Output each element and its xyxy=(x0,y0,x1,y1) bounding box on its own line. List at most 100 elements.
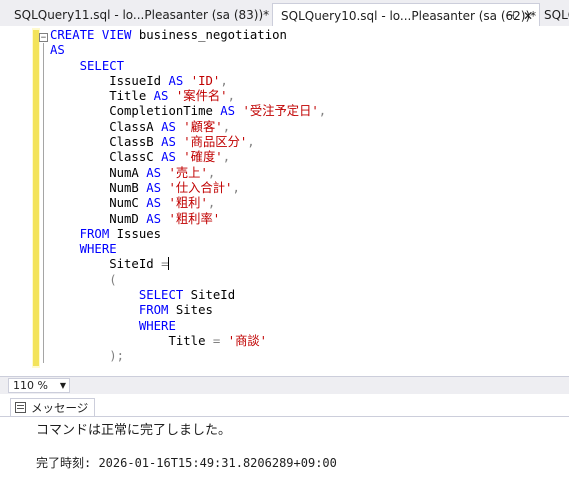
sql-string: '粗利率' xyxy=(168,211,221,226)
completion-time: 完了時刻: 2026-01-16T15:49:31.8206289+09:00 xyxy=(36,456,337,470)
document-tab-strip: SQLQuery11.sql - lo...Pleasanter (sa (83… xyxy=(0,0,569,27)
sql-string: '確度' xyxy=(183,150,223,165)
text-cursor xyxy=(168,257,170,271)
zoom-value: 110 % xyxy=(13,379,48,392)
code-line[interactable]: NumC AS '粗利', xyxy=(50,196,326,211)
sql-keyword: AS xyxy=(161,119,184,134)
code-line[interactable]: FROM Issues xyxy=(50,227,326,242)
code-line[interactable]: WHERE xyxy=(50,319,326,334)
horizontal-scrollbar[interactable] xyxy=(74,380,564,391)
outline-guide-line xyxy=(43,43,44,363)
sql-keyword: AS xyxy=(220,104,243,119)
sql-string: '案件名' xyxy=(175,89,228,104)
sql-keyword: AS xyxy=(161,135,184,150)
sql-token: ClassA xyxy=(50,119,162,134)
sql-token: , xyxy=(222,150,231,165)
sql-keyword: WHERE xyxy=(50,242,117,257)
sql-keyword: AS xyxy=(146,180,169,195)
sql-token: CompletionTime xyxy=(50,104,221,119)
code-line[interactable]: AS xyxy=(50,43,326,58)
code-line[interactable]: FROM Sites xyxy=(50,303,326,318)
code-line[interactable]: NumB AS '仕入合計', xyxy=(50,181,326,196)
sql-token: , xyxy=(318,104,327,119)
sql-token: SiteId xyxy=(190,288,236,303)
sql-keyword: WHERE xyxy=(50,318,176,333)
sql-token: , xyxy=(222,119,231,134)
sql-keyword: AS xyxy=(50,43,65,58)
sql-string: '顧客' xyxy=(183,119,223,134)
sql-token: NumC xyxy=(50,196,147,211)
tab-label: SQLQ xyxy=(544,8,569,22)
code-line[interactable]: WHERE xyxy=(50,242,326,257)
code-line[interactable]: CREATE VIEW business_negotiation xyxy=(50,28,326,43)
code-line[interactable]: ClassB AS '商品区分', xyxy=(50,135,326,150)
code-line[interactable]: SiteId = xyxy=(50,257,326,272)
zoom-dropdown[interactable]: 110 % ▼ xyxy=(8,378,70,393)
sql-token: business_negotiation xyxy=(138,28,287,42)
sql-string: '商談' xyxy=(227,333,268,348)
chevron-down-icon: ▼ xyxy=(59,381,66,390)
unsaved-changes-bar xyxy=(33,30,39,366)
sql-string: '粗利' xyxy=(168,196,208,211)
sql-string: '商品区分' xyxy=(183,135,248,150)
sql-token: NumA xyxy=(50,165,147,180)
sql-token: Issues xyxy=(116,226,162,241)
close-icon[interactable]: ✕ xyxy=(523,4,533,27)
editor-status-bar: 110 % ▼ xyxy=(0,376,569,394)
sql-token: = xyxy=(161,257,169,272)
sql-keyword: AS xyxy=(146,211,169,226)
sql-token: SiteId xyxy=(50,257,162,272)
sql-token: , xyxy=(232,180,240,195)
sql-string: '売上' xyxy=(168,165,208,180)
code-line[interactable]: NumD AS '粗利率' xyxy=(50,212,326,227)
sql-string: '仕入合計' xyxy=(168,180,233,195)
code-line[interactable]: IssueId AS 'ID', xyxy=(50,74,326,89)
sql-string: '受注予定日' xyxy=(242,104,319,119)
tab-messages[interactable]: メッセージ xyxy=(10,398,96,417)
sql-keyword: AS xyxy=(146,196,169,211)
sql-keyword: AS xyxy=(168,73,191,88)
pin-icon[interactable]: ⊣ xyxy=(505,4,515,27)
sql-token: = xyxy=(212,333,228,348)
code-text[interactable]: CREATE VIEW business_negotiation AS SELEC… xyxy=(50,28,326,365)
code-line[interactable]: ( xyxy=(50,273,326,288)
tab-label: SQLQuery10.sql - lo...Pleasanter (sa (62… xyxy=(281,9,537,23)
sql-token: IssueId xyxy=(50,73,169,88)
results-divider xyxy=(0,416,569,417)
sql-editor[interactable]: − CREATE VIEW business_negotiation AS SEL… xyxy=(0,28,569,376)
messages-icon xyxy=(15,402,26,413)
code-line[interactable]: ClassC AS '確度', xyxy=(50,150,326,165)
sql-keyword: FROM xyxy=(50,226,117,241)
status-message: コマンドは正常に完了しました。 xyxy=(36,423,232,438)
sql-token: , xyxy=(220,73,228,88)
sql-token: ); xyxy=(50,349,125,364)
collapse-outline-icon[interactable]: − xyxy=(39,33,48,43)
sql-token: Title xyxy=(50,89,154,104)
code-line[interactable]: ClassA AS '顧客', xyxy=(50,120,326,135)
code-line[interactable]: Title AS '案件名', xyxy=(50,89,326,104)
sql-token: NumB xyxy=(50,180,147,195)
tab-label: SQLQuery11.sql - lo...Pleasanter (sa (83… xyxy=(14,8,270,22)
code-line[interactable]: NumA AS '売上', xyxy=(50,166,326,181)
sql-keyword: SELECT xyxy=(50,58,125,73)
sql-token: ClassB xyxy=(50,135,162,150)
sql-keyword: CREATE VIEW xyxy=(50,28,139,42)
sql-keyword: AS xyxy=(146,165,169,180)
results-pane: メッセージ コマンドは正常に完了しました。 完了時刻: 2026-01-16T1… xyxy=(0,394,569,500)
code-line[interactable]: SELECT SiteId xyxy=(50,288,326,303)
sql-keyword: SELECT xyxy=(50,288,191,303)
sql-token: , xyxy=(207,196,216,211)
sql-keyword: AS xyxy=(153,89,176,104)
sql-token: Sites xyxy=(175,303,213,318)
code-line[interactable]: ); xyxy=(50,349,326,364)
code-line[interactable]: CompletionTime AS '受注予定日', xyxy=(50,104,326,119)
tab-sqlquery11[interactable]: SQLQuery11.sql - lo...Pleasanter (sa (83… xyxy=(0,3,272,27)
code-line[interactable]: SELECT xyxy=(50,59,326,74)
sql-keyword: FROM xyxy=(50,303,176,318)
code-line[interactable]: Title = '商談' xyxy=(50,334,326,349)
sql-token: , xyxy=(207,165,216,180)
tab-sqlquery-overflow[interactable]: SQLQ xyxy=(540,3,569,27)
tab-sqlquery10[interactable]: SQLQuery10.sql - lo...Pleasanter (sa (62… xyxy=(272,3,540,27)
sql-keyword: AS xyxy=(161,150,184,165)
tab-messages-label: メッセージ xyxy=(31,401,89,415)
